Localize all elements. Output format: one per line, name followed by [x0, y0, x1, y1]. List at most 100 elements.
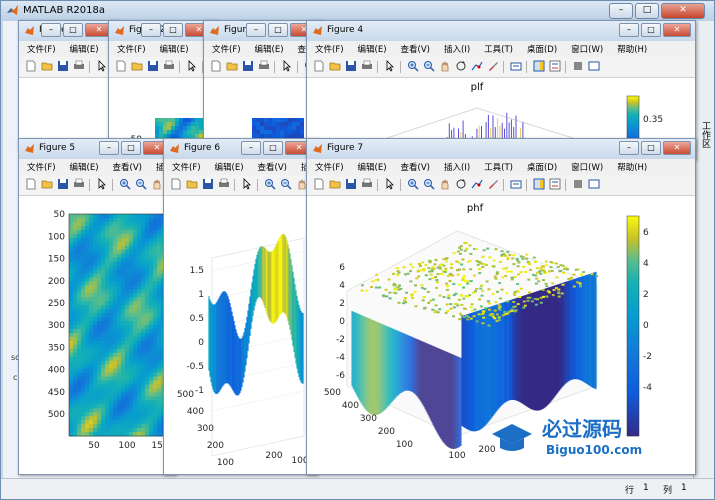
f5-title-bar[interactable]: Figure 5– □ ✕ [19, 139, 175, 159]
f1-menu-item-1[interactable]: 编辑(E) [62, 41, 105, 55]
f1-new-file-icon[interactable] [25, 60, 37, 72]
f7-colorbar-icon[interactable] [533, 178, 545, 190]
f3-new-file-icon[interactable] [210, 60, 222, 72]
f5-new-file-icon[interactable] [25, 178, 37, 190]
f1-title-bar[interactable]: Figure 1–□✕ [19, 21, 117, 41]
f3-save-icon[interactable] [242, 60, 254, 72]
f1-pointer-icon[interactable] [96, 60, 108, 72]
f4-brush-icon[interactable] [487, 60, 499, 72]
f4-link-icon[interactable] [510, 60, 522, 72]
f2-new-file-icon[interactable] [115, 60, 127, 72]
f3-menu-item-0[interactable]: 文件(F) [204, 41, 247, 55]
f7-open-folder-icon[interactable] [329, 178, 341, 190]
figure-6-window[interactable]: Figure 6–□✕文件(F)编辑(E)查看(V)插入(I)工具(T)桌面(D… [163, 138, 318, 475]
f7-hide-plot-icon[interactable] [572, 178, 584, 190]
f3-title-bar[interactable]: Figure 3– □ ✕ [204, 21, 322, 41]
f1-print-icon[interactable] [73, 60, 85, 72]
f7-menu-item-7[interactable]: 帮助(H) [609, 159, 653, 173]
f4-colorbar-icon[interactable] [533, 60, 545, 72]
f6-maximize-button[interactable]: □ [263, 141, 283, 155]
f7-minimize-button[interactable]: – [619, 141, 639, 155]
f5-zoom-in-icon[interactable] [119, 178, 131, 190]
f7-legend-icon[interactable] [549, 178, 561, 190]
f7-maximize-button[interactable]: □ [641, 141, 661, 155]
f6-title-bar[interactable]: Figure 6– □ ✕ [164, 139, 317, 159]
f4-hide-plot-icon[interactable] [572, 60, 584, 72]
f7-menu-item-1[interactable]: 编辑(E) [350, 159, 393, 173]
f4-menu-item-6[interactable]: 窗口(W) [563, 41, 609, 55]
f5-zoom-out-icon[interactable] [135, 178, 147, 190]
f7-menu-item-6[interactable]: 窗口(W) [563, 159, 609, 173]
f2-menu-item-0[interactable]: 文件(F) [109, 41, 152, 55]
f7-menu-item-2[interactable]: 查看(V) [393, 159, 436, 173]
f2-pointer-icon[interactable] [186, 60, 198, 72]
f4-zoom-out-icon[interactable] [423, 60, 435, 72]
f4-rotate-icon[interactable] [455, 60, 467, 72]
f5-pan-icon[interactable] [151, 178, 163, 190]
f6-plot-canvas[interactable]: 1.5 1 0.5 0 -0.5 -1 500 400 300 200 100 200 100 [164, 196, 317, 474]
f5-menu-item-0[interactable]: 文件(F) [19, 159, 62, 173]
f7-pointer-icon[interactable] [384, 178, 396, 190]
f3-pointer-icon[interactable] [281, 60, 293, 72]
f5-minimize-button[interactable]: – [99, 141, 119, 155]
f5-open-folder-icon[interactable] [41, 178, 53, 190]
figure-5-window[interactable]: Figure 5–□✕文件(F)编辑(E)查看(V)插入(I)工具(T)桌面(D… [18, 138, 176, 475]
f7-print-icon[interactable] [361, 178, 373, 190]
f6-new-file-icon[interactable] [170, 178, 182, 190]
f4-minimize-button[interactable]: – [619, 23, 639, 37]
f3-open-folder-icon[interactable] [226, 60, 238, 72]
main-maximize-button[interactable]: □ [635, 3, 659, 19]
f7-close-button[interactable]: ✕ [663, 141, 691, 155]
f4-pointer-icon[interactable] [384, 60, 396, 72]
f6-open-folder-icon[interactable] [186, 178, 198, 190]
f4-zoom-in-icon[interactable] [407, 60, 419, 72]
figure-1-window[interactable]: Figure 1–□✕文件(F)编辑(E)查看(V)插入(I)工具(T)桌面(D… [18, 20, 118, 150]
f4-show-plot-icon[interactable] [588, 60, 600, 72]
f7-menu-item-3[interactable]: 插入(I) [436, 159, 476, 173]
f6-zoom-out-icon[interactable] [280, 178, 292, 190]
f4-menu-item-7[interactable]: 帮助(H) [609, 41, 653, 55]
f2-open-folder-icon[interactable] [131, 60, 143, 72]
f6-minimize-button[interactable]: – [241, 141, 261, 155]
f7-menu-item-0[interactable]: 文件(F) [307, 159, 350, 173]
f4-menu-item-0[interactable]: 文件(F) [307, 41, 350, 55]
f3-menu-item-1[interactable]: 编辑(E) [247, 41, 290, 55]
f4-close-button[interactable]: ✕ [663, 23, 691, 37]
f1-menu-item-0[interactable]: 文件(F) [19, 41, 62, 55]
main-minimize-button[interactable]: – [609, 3, 633, 19]
f1-minimize-button[interactable]: – [41, 23, 61, 37]
f5-maximize-button[interactable]: □ [121, 141, 141, 155]
f7-pan-icon[interactable] [439, 178, 451, 190]
f6-pointer-icon[interactable] [241, 178, 253, 190]
f5-save-icon[interactable] [57, 178, 69, 190]
f6-zoom-in-icon[interactable] [264, 178, 276, 190]
figure-2-window[interactable]: Figure 2–□✕文件(F)编辑(E)查看(V)插入(I)工具(T)桌面(D… [108, 20, 218, 150]
f4-data-cursor-icon[interactable] [471, 60, 483, 72]
f7-brush-icon[interactable] [487, 178, 499, 190]
f4-pan-icon[interactable] [439, 60, 451, 72]
f4-menu-item-2[interactable]: 查看(V) [393, 41, 436, 55]
f4-open-folder-icon[interactable] [329, 60, 341, 72]
f3-print-icon[interactable] [258, 60, 270, 72]
f7-data-cursor-icon[interactable] [471, 178, 483, 190]
f4-maximize-button[interactable]: □ [641, 23, 661, 37]
f4-new-file-icon[interactable] [313, 60, 325, 72]
f7-new-file-icon[interactable] [313, 178, 325, 190]
f6-menu-item-2[interactable]: 查看(V) [250, 159, 293, 173]
f4-menu-item-4[interactable]: 工具(T) [476, 41, 519, 55]
f7-menu-item-5[interactable]: 桌面(D) [519, 159, 563, 173]
f5-plot-canvas[interactable]: 50 100 150 200 250 300 350 400 450 500 50 100 150 [19, 196, 175, 474]
f7-menu-item-4[interactable]: 工具(T) [476, 159, 519, 173]
f2-save-icon[interactable] [147, 60, 159, 72]
f4-menu-item-5[interactable]: 桌面(D) [519, 41, 563, 55]
f7-zoom-in-icon[interactable] [407, 178, 419, 190]
f4-menu-item-3[interactable]: 插入(I) [436, 41, 476, 55]
f1-maximize-button[interactable]: □ [63, 23, 83, 37]
f1-save-icon[interactable] [57, 60, 69, 72]
f3-minimize-button[interactable]: – [246, 23, 266, 37]
f6-menu-item-1[interactable]: 编辑(E) [207, 159, 250, 173]
f3-maximize-button[interactable]: □ [268, 23, 288, 37]
f5-pointer-icon[interactable] [96, 178, 108, 190]
f5-menu-item-2[interactable]: 查看(V) [105, 159, 148, 173]
f7-rotate-icon[interactable] [455, 178, 467, 190]
